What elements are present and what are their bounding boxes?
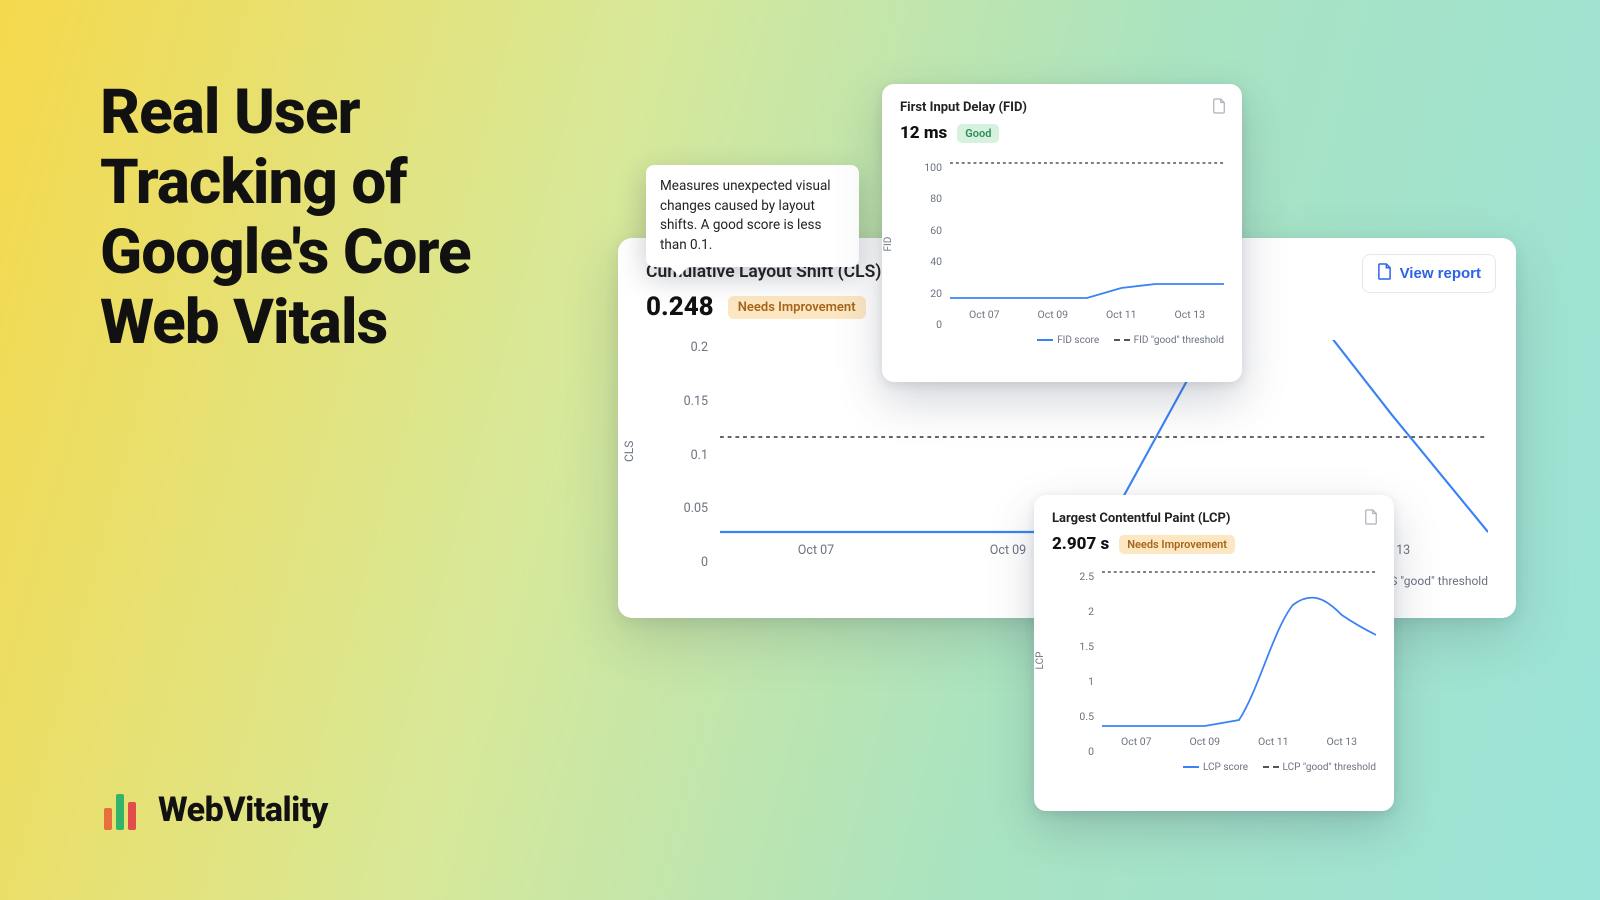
document-icon bbox=[1377, 263, 1392, 284]
fid-y-ticks: 100 80 60 40 20 0 bbox=[912, 161, 942, 331]
bar-chart-icon bbox=[100, 790, 140, 830]
fid-legend: FID score FID "good" threshold bbox=[900, 335, 1224, 346]
cls-value: 0.248 bbox=[646, 292, 714, 322]
brand-name: WebVitality bbox=[158, 790, 328, 830]
lcp-badge: Needs Improvement bbox=[1119, 535, 1235, 554]
document-icon[interactable] bbox=[1364, 509, 1378, 525]
lcp-card: Largest Contentful Paint (LCP) 2.907 s N… bbox=[1034, 495, 1394, 811]
fid-ylabel: FID bbox=[883, 237, 894, 252]
cls-tooltip: Measures unexpected visual changes cause… bbox=[646, 165, 859, 267]
fid-plot bbox=[950, 161, 1224, 301]
brand: WebVitality bbox=[100, 790, 328, 830]
lcp-plot bbox=[1102, 570, 1376, 728]
cls-y-ticks: 0.2 0.15 0.1 0.05 0 bbox=[664, 340, 708, 570]
cls-ylabel: CLS bbox=[622, 441, 636, 462]
fid-card: First Input Delay (FID) 12 ms Good FID 1… bbox=[882, 84, 1242, 382]
lcp-y-ticks: 2.5 2 1.5 1 0.5 0 bbox=[1064, 570, 1094, 758]
document-icon[interactable] bbox=[1212, 98, 1226, 114]
page-headline: Real User Tracking of Google's Core Web … bbox=[100, 78, 580, 358]
fid-value: 12 ms bbox=[900, 123, 947, 143]
lcp-title: Largest Contentful Paint (LCP) bbox=[1052, 511, 1376, 526]
fid-badge: Good bbox=[957, 124, 999, 143]
lcp-x-ticks: Oct 07 Oct 09 Oct 11 Oct 13 bbox=[1102, 735, 1376, 748]
fid-title: First Input Delay (FID) bbox=[900, 100, 1224, 115]
lcp-value: 2.907 s bbox=[1052, 534, 1109, 554]
view-report-label: View report bbox=[1400, 265, 1481, 282]
cls-badge: Needs Improvement bbox=[728, 296, 866, 319]
lcp-ylabel: LCP bbox=[1035, 652, 1046, 670]
view-report-button[interactable]: View report bbox=[1362, 254, 1496, 293]
fid-x-ticks: Oct 07 Oct 09 Oct 11 Oct 13 bbox=[950, 308, 1224, 321]
lcp-legend: LCP score LCP "good" threshold bbox=[1052, 762, 1376, 773]
